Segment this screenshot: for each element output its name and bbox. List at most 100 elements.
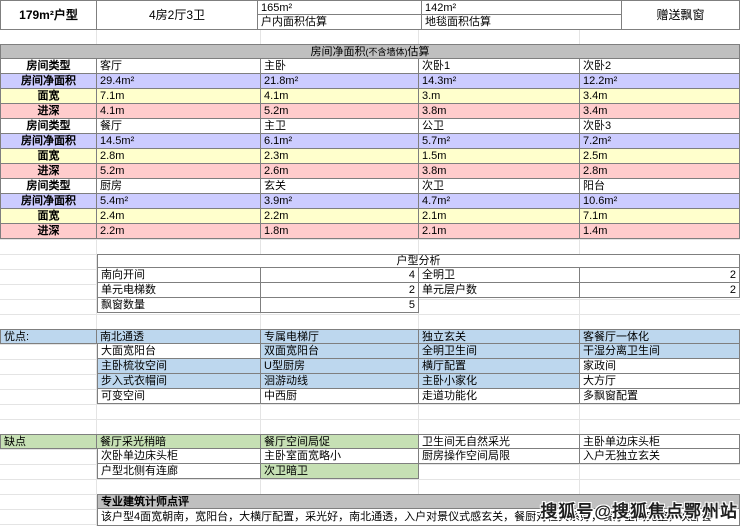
empty-cell [0,389,97,404]
row-label: 房间净面积 [0,194,97,209]
cons-label: 缺点 [0,434,97,449]
row-label: 房间净面积 [0,74,97,89]
pros-cell: 可变空间 [97,389,261,404]
room-width-cell: 2.5m [580,149,740,164]
area-title-tail: 估算 [408,46,430,58]
pros-cell: U型厨房 [261,359,419,374]
pros-table: 优点: 南北通透 专属电梯厅 独立玄关 客餐厅一体化 大面宽阳台 双面宽阳台 全… [0,329,740,404]
room-depth-cell: 2.6m [261,164,419,179]
room-type-cell: 次卧3 [580,119,740,134]
room-depth-cell: 2.8m [580,164,740,179]
unit-type-cell: 179m²户型 [0,0,97,30]
room-area-cell: 12.2m² [580,74,740,89]
room-depth-cell: 3.8m [419,164,580,179]
room-area-cell: 5.7m² [419,134,580,149]
pros-cell: 多飘窗配置 [580,389,740,404]
row-label: 面宽 [0,149,97,164]
room-depth-cell: 3.4m [580,104,740,119]
pros-cell: 主卧小家化 [419,374,580,389]
room-depth-cell: 3.8m [419,104,580,119]
cons-cell: 主卧单边床头柜 [580,434,740,449]
analysis-label: 飘窗数量 [97,298,261,313]
analysis-title: 户型分析 [97,254,740,268]
analysis-label [419,298,580,313]
pros-cell: 全明卫生间 [419,344,580,359]
room-area-cell: 10.6m² [580,194,740,209]
room-type-cell: 主卧 [261,59,419,74]
spreadsheet-page: 179m²户型 4房2厅3卫 165m² 户内面积估算 142m² 地毯面积估算… [0,0,740,526]
analysis-value: 2 [580,268,740,283]
header-table: 179m²户型 4房2厅3卫 165m² 户内面积估算 142m² 地毯面积估算… [0,0,740,30]
room-width-cell: 3.m [419,89,580,104]
pros-cell: 家政间 [580,359,740,374]
empty-cell [0,464,97,479]
cons-cell: 主卧室面宽略小 [261,449,419,464]
empty-cell [0,374,97,389]
area-table-title: 房间净面积(不含墙体)估算 [0,44,740,59]
pros-cell: 洄游动线 [261,374,419,389]
cons-cell: 餐厅采光稍暗 [97,434,261,449]
pros-cell: 独立玄关 [419,329,580,344]
cons-cell: 卫生间无自然采光 [419,434,580,449]
row-label: 进深 [0,104,97,119]
room-type-cell: 次卧1 [419,59,580,74]
pros-cell: 中西厨 [261,389,419,404]
analysis-value [580,298,740,313]
row-label: 面宽 [0,89,97,104]
room-width-cell: 2.4m [97,209,261,224]
cons-cell: 餐厅空间局促 [261,434,419,449]
pros-cell: 南北通透 [97,329,261,344]
pros-cell: 客餐厅一体化 [580,329,740,344]
room-type-cell: 次卫 [419,179,580,194]
analysis-label: 单元电梯数 [97,283,261,298]
row-label: 进深 [0,224,97,239]
cons-table: 缺点 餐厅采光稍暗 餐厅空间局促 卫生间无自然采光 主卧单边床头柜 次卧单边床头… [0,434,740,479]
room-depth-cell: 2.2m [97,224,261,239]
room-type-cell: 客厅 [97,59,261,74]
room-width-cell: 7.1m [580,209,740,224]
room-width-cell: 3.4m [580,89,740,104]
watermark: 搜狐号@搜狐焦点鄂州站 [540,497,738,522]
row-label: 房间净面积 [0,134,97,149]
pros-cell: 干湿分离卫生间 [580,344,740,359]
room-type-cell: 次卧2 [580,59,740,74]
room-type-cell: 玄关 [261,179,419,194]
pros-cell: 专属电梯厅 [261,329,419,344]
room-area-cell: 14.5m² [97,134,261,149]
pros-cell: 横厅配置 [419,359,580,374]
cons-cell: 厨房操作空间局限 [419,449,580,464]
room-depth-cell: 5.2m [261,104,419,119]
pros-cell: 双面宽阳台 [261,344,419,359]
area-title-main: 房间净面积 [311,46,366,58]
indoor-area-cell: 165m² [258,0,422,15]
room-depth-cell: 2.1m [419,224,580,239]
area-title-note: (不含墙体) [366,46,408,58]
indoor-area-label-cell: 户内面积估算 [258,15,422,30]
room-area-cell: 14.3m² [419,74,580,89]
analysis-table: 户型分析 南向开间 4 全明卫 2 单元电梯数 2 单元层户数 2 飘窗数量 5 [97,254,740,313]
empty-cell [580,464,740,479]
empty-cell [419,464,580,479]
room-area-cell: 6.1m² [261,134,419,149]
bonus-cell: 赠送飘窗 [622,0,740,30]
pros-cell: 大面宽阳台 [97,344,261,359]
room-type-cell: 阳台 [580,179,740,194]
empty-cell [0,344,97,359]
analysis-value: 5 [261,298,419,313]
area-table: 房间净面积(不含墙体)估算 房间类型 客厅 主卧 次卧1 次卧2 房间净面积 2… [0,44,740,239]
row-label: 进深 [0,164,97,179]
pros-cell: 大方厅 [580,374,740,389]
cons-cell: 次卫暗卫 [261,464,419,479]
cons-cell: 户型北侧有连廊 [97,464,261,479]
analysis-label: 南向开间 [97,268,261,283]
row-label: 房间类型 [0,119,97,134]
room-type-cell: 厨房 [97,179,261,194]
room-width-cell: 2.8m [97,149,261,164]
pros-cell: 走道功能化 [419,389,580,404]
pros-label: 优点: [0,329,97,344]
analysis-label: 全明卫 [419,268,580,283]
room-area-cell: 4.7m² [419,194,580,209]
room-depth-cell: 1.4m [580,224,740,239]
room-depth-cell: 5.2m [97,164,261,179]
room-area-cell: 3.9m² [261,194,419,209]
